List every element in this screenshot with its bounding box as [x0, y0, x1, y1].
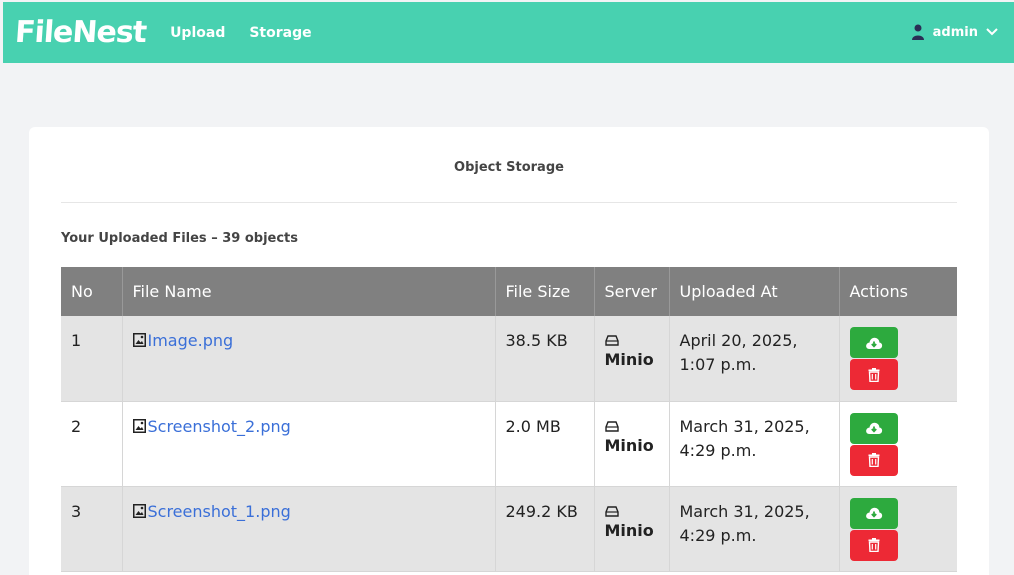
files-table: No File Name File Size Server Uploaded A…: [61, 267, 957, 572]
brand-logo[interactable]: FileNest: [14, 15, 148, 50]
card-title: Object Storage: [454, 160, 564, 175]
nav-link-upload[interactable]: Upload: [170, 25, 225, 41]
cell-actions: [838, 486, 957, 572]
trash-icon: [868, 453, 879, 467]
delete-button[interactable]: [849, 359, 898, 390]
header-actions: Actions: [838, 267, 957, 316]
navbar: FileNest Upload Storage admin: [3, 2, 1014, 63]
trash-icon: [868, 367, 879, 382]
cell-actions: [838, 316, 957, 402]
header-file-name: File Name: [121, 267, 495, 316]
cell-file-size: 38.5 KB: [494, 316, 594, 402]
table-row: 1 Image.png 38.5 KB Minio April 20, 2025…: [61, 316, 957, 402]
nav-link-storage[interactable]: Storage: [249, 25, 311, 41]
chevron-down-icon: [986, 28, 998, 36]
download-button[interactable]: [849, 497, 898, 529]
cloud-download-icon: [865, 337, 882, 349]
file-link[interactable]: Image.png: [148, 331, 234, 350]
cloud-download-icon: [865, 507, 882, 519]
server-name: Minio: [604, 350, 654, 369]
cell-file-name: Screenshot_1.png: [121, 486, 495, 572]
image-file-icon: [132, 333, 146, 347]
user-name: admin: [932, 24, 978, 40]
user-menu[interactable]: admin: [911, 24, 998, 40]
cell-file-size: 2.0 MB: [494, 401, 594, 487]
image-file-icon: [132, 503, 146, 518]
cell-server: Minio: [593, 486, 669, 572]
header-server: Server: [593, 267, 669, 316]
cloud-download-icon: [865, 422, 882, 434]
hard-drive-icon: [604, 505, 619, 517]
trash-icon: [868, 538, 879, 552]
cell-no: 1: [61, 316, 122, 402]
table-row: 2 Screenshot_2.png 2.0 MB Minio March 31…: [61, 401, 957, 487]
user-icon: [911, 24, 924, 40]
cell-server: Minio: [593, 316, 669, 402]
table-row: 3 Screenshot_1.png 249.2 KB Minio March …: [61, 486, 957, 572]
cell-file-name: Screenshot_2.png: [121, 401, 495, 487]
hard-drive-icon: [604, 420, 619, 432]
cell-file-name: Image.png: [121, 316, 495, 402]
cell-uploaded-at: April 20, 2025, 1:07 p.m.: [668, 316, 839, 402]
cell-uploaded-at: March 31, 2025, 4:29 p.m.: [668, 486, 839, 572]
delete-button[interactable]: [849, 444, 898, 476]
server-name: Minio: [604, 520, 654, 540]
header-file-size: File Size: [494, 267, 594, 316]
header-uploaded-at: Uploaded At: [668, 267, 839, 316]
table-header-row: No File Name File Size Server Uploaded A…: [61, 267, 957, 316]
download-button[interactable]: [849, 327, 898, 358]
divider: [61, 202, 957, 203]
cell-no: 2: [61, 401, 122, 487]
image-file-icon: [132, 418, 146, 433]
cell-no: 3: [61, 486, 122, 572]
cell-uploaded-at: March 31, 2025, 4:29 p.m.: [668, 401, 839, 487]
server-name: Minio: [604, 435, 654, 455]
cell-server: Minio: [593, 401, 669, 487]
cell-actions: [838, 401, 957, 487]
file-link[interactable]: Screenshot_1.png: [148, 502, 291, 521]
files-count-subtitle: Your Uploaded Files – 39 objects: [61, 231, 299, 246]
delete-button[interactable]: [849, 529, 898, 561]
header-no: No: [61, 267, 122, 316]
cell-file-size: 249.2 KB: [494, 486, 594, 572]
download-button[interactable]: [849, 412, 898, 444]
hard-drive-icon: [604, 335, 619, 346]
storage-card: Object Storage Your Uploaded Files – 39 …: [29, 127, 989, 575]
file-link[interactable]: Screenshot_2.png: [148, 417, 291, 436]
